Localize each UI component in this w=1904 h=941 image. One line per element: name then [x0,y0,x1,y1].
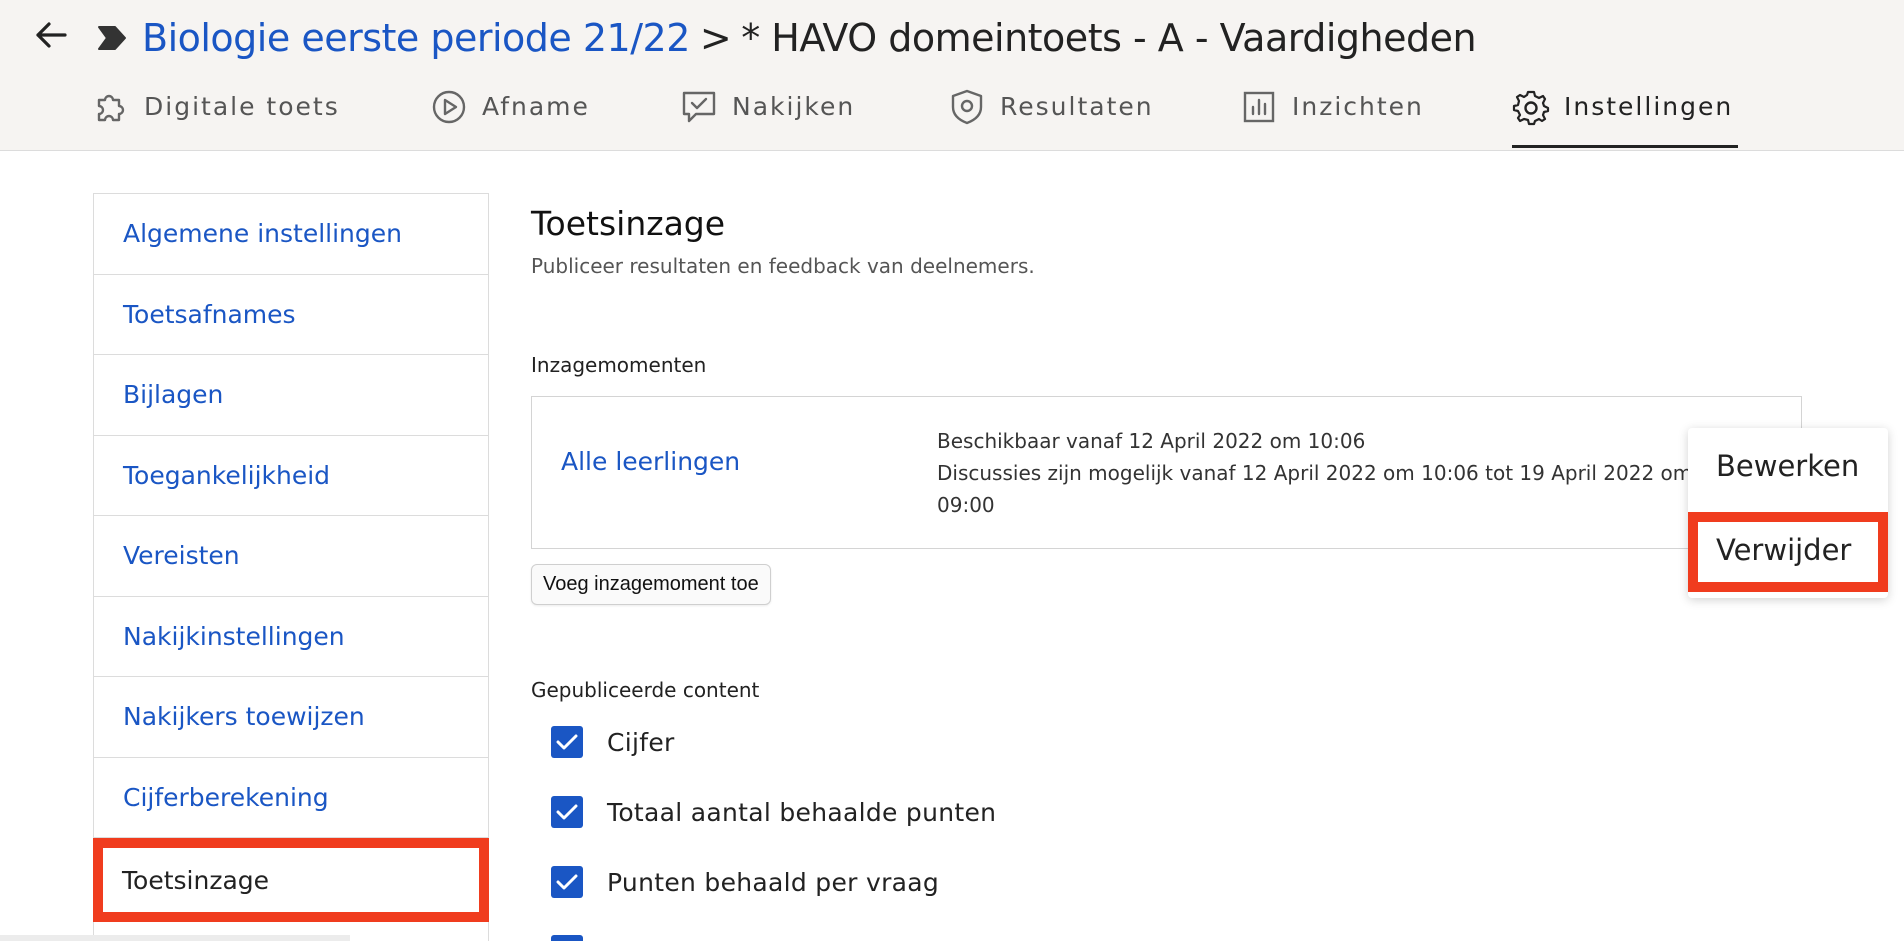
sidebar-item-toetsafnames[interactable]: Toetsafnames [94,275,488,355]
edit-menu-item[interactable]: Bewerken [1688,428,1888,504]
delete-menu-item[interactable]: Verwijder [1688,512,1888,592]
checkbox-label: Punten behaald per vraag [607,867,940,897]
moment-context-menu: Bewerken Verwijder [1688,428,1888,598]
moment-discussion-text: Discussies zijn mogelijk vanaf 12 April … [937,461,1693,517]
moments-section-label: Inzagemomenten [531,353,707,377]
sidebar-item-bijlagen[interactable]: Bijlagen [94,355,488,436]
sidebar-item-cijferberekening[interactable]: Cijferberekening [94,758,488,838]
sidebar-item-toegankelijkheid[interactable]: Toegankelijkheid [94,436,488,516]
shield-icon [951,89,983,125]
moment-audience-link[interactable]: Alle leerlingen [561,447,740,476]
tag-arrow-icon [97,25,127,51]
breadcrumb-parent-link[interactable]: Biologie eerste periode 21/22 [142,16,690,60]
tab-nakijken[interactable]: Nakijken [680,84,855,150]
tab-instellingen[interactable]: Instellingen [1512,84,1738,150]
tab-inzichten[interactable]: Inzichten [1240,84,1424,150]
tab-label: Afname [482,92,590,121]
checkbox-label: Cijfer [607,727,675,757]
moment-available-text: Beschikbaar vanaf 12 April 2022 om 10:06 [937,429,1366,453]
tab-label: Resultaten [1000,92,1154,121]
play-circle-icon [432,90,466,124]
tab-label: Inzichten [1292,92,1424,121]
checkbox-checked-icon[interactable] [551,935,583,941]
tab-afname[interactable]: Afname [430,84,590,150]
breadcrumb: Biologie eerste periode 21/22 > * HAVO dom… [142,14,1477,62]
tab-label: Instellingen [1564,92,1734,121]
checkbox-partial[interactable] [551,935,583,941]
checkbox-checked-icon[interactable] [551,796,583,828]
main-content: Toetsinzage Publiceer resultaten en feed… [531,193,1831,941]
scroll-shadow [0,935,350,941]
back-arrow-icon[interactable] [33,17,69,53]
sidebar-item-algemene-instellingen[interactable]: Algemene instellingen [94,194,488,275]
checkbox-punten-per-vraag[interactable]: Punten behaald per vraag [551,866,939,898]
published-content-label: Gepubliceerde content [531,678,760,702]
breadcrumb-current: * HAVO domeintoets - A - Vaardigheden [741,16,1477,60]
top-bar: Biologie eerste periode 21/22 > * HAVO dom… [0,0,1904,151]
tab-resultaten[interactable]: Resultaten [948,84,1154,150]
moment-info: Beschikbaar vanaf 12 April 2022 om 10:06… [937,425,1697,521]
sidebar-item-vereisten[interactable]: Vereisten [94,516,488,597]
breadcrumb-separator: > [699,16,732,60]
add-moment-button[interactable]: Voeg inzagemoment toe [531,564,771,605]
tab-label: Digitale toets [144,92,340,121]
checkbox-cijfer[interactable]: Cijfer [551,726,675,758]
tab-label: Nakijken [732,92,856,121]
settings-sidebar: Algemene instellingen Toetsafnames Bijla… [93,193,489,941]
checkbox-checked-icon[interactable] [551,726,583,758]
checkbox-checked-icon[interactable] [551,866,583,898]
sidebar-item-nakijkers-toewijzen[interactable]: Nakijkers toewijzen [94,677,488,758]
inzage-moment-card: Alle leerlingen Beschikbaar vanaf 12 Apr… [531,396,1802,549]
chat-check-icon [682,91,716,123]
page-subtitle: Publiceer resultaten en feedback van dee… [531,254,1035,278]
puzzle-icon [97,94,125,122]
sidebar-item-nakijkinstellingen[interactable]: Nakijkinstellingen [94,597,488,677]
checkbox-label: Totaal aantal behaalde punten [607,797,997,827]
sidebar-item-toetsinzage[interactable]: Toetsinzage [93,838,489,922]
bar-chart-icon [1243,91,1275,123]
checkbox-totaal-punten[interactable]: Totaal aantal behaalde punten [551,796,996,828]
gear-icon [1512,90,1550,126]
tab-digitale-toets[interactable]: Digitale toets [92,84,340,150]
page-title: Toetsinzage [531,204,726,243]
